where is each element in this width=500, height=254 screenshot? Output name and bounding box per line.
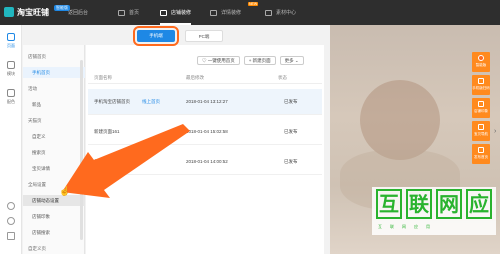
rt-qrcode[interactable]: 手机版扫码: [472, 75, 490, 95]
col-modified: 最后修改: [186, 75, 204, 80]
rail-modules[interactable]: 模块: [0, 61, 22, 77]
nav-home-label: 首页: [129, 10, 140, 16]
sidebar-item-shop-home[interactable]: 店铺首页: [23, 51, 85, 62]
rt-smart-label: 智能版: [475, 63, 487, 67]
row-status: 已发布: [284, 99, 298, 104]
row-status: 已发布: [284, 129, 298, 134]
publish-icon: [478, 147, 484, 153]
page-sidebar: 店铺首页 手机首页 活动 新品 天猫页 自定义 搜索页 宝贝详情 全局设置 店铺…: [23, 45, 85, 254]
nav-back-label: 返回后台: [68, 10, 89, 16]
table-row[interactable]: 新建页面161 2018-01-04 15:02:58 已发布: [88, 119, 322, 145]
sidebar-item-tmall[interactable]: 天猫页: [23, 115, 85, 126]
col-name: 页面名称: [94, 75, 112, 80]
watermark-chars: 互 联 网 应: [376, 189, 492, 219]
sidebar-scrollbar[interactable]: [80, 60, 83, 240]
chevron-right-icon[interactable]: ›: [494, 128, 500, 138]
nav-material-label: 素材中心: [276, 10, 297, 16]
edit-icon[interactable]: [7, 232, 15, 240]
sidebar-item-new[interactable]: 新品: [23, 99, 85, 110]
preview-blur: [360, 80, 440, 160]
taobao-logo-icon: [4, 7, 14, 17]
row-time: 2018-01-04 13:12:27: [186, 99, 228, 104]
sidebar-item-dynamic[interactable]: 店铺动态设置: [23, 195, 85, 206]
rt-impression-label: 店铺印象: [474, 109, 488, 113]
new-badge: NEW: [248, 2, 259, 6]
tab-pc[interactable]: PC端: [185, 30, 223, 42]
sidebar-item-global[interactable]: 全局设置: [23, 179, 85, 190]
col-status: 状态: [278, 75, 287, 80]
nav-icon: [478, 124, 484, 130]
rt-impression[interactable]: 店铺印象: [472, 98, 490, 118]
watermark: 互 联 网 应 互联网应用: [372, 187, 496, 235]
impression-icon: [478, 101, 484, 107]
page-icon: [7, 33, 15, 41]
nav-shop-decor-label: 店铺装修: [171, 10, 192, 16]
row-name: 新建页面: [94, 159, 112, 164]
watermark-char: 网: [436, 189, 462, 219]
new-page-button[interactable]: + 新建页面: [243, 56, 276, 65]
action-bar: ♡ 一键使用首页 + 新建页面 更多 ⌄: [197, 56, 304, 65]
module-icon: [7, 61, 15, 69]
brand[interactable]: 淘宝旺铺 智能版: [4, 5, 70, 18]
online-home-link[interactable]: 线上首页: [142, 99, 160, 105]
hand-cursor-icon: ☝: [59, 186, 71, 196]
sidebar-item-activity[interactable]: 活动: [23, 83, 85, 94]
nav-home[interactable]: 首页: [118, 0, 139, 25]
watermark-sub: 互联网应用: [378, 224, 438, 229]
rt-smart[interactable]: 智能版: [472, 52, 490, 72]
material-icon: [265, 9, 272, 16]
use-template-button[interactable]: ♡ 一键使用首页: [197, 56, 240, 65]
rail-colors[interactable]: 配色: [0, 89, 22, 105]
sidebar-item-custom[interactable]: 自定义: [23, 131, 85, 142]
use-template-label: 一键使用首页: [207, 58, 235, 63]
watermark-char: 互: [376, 189, 402, 219]
table-row[interactable]: 手机淘宝店铺首页 线上首页 2018-01-04 13:12:27 已发布: [88, 89, 322, 115]
more-button[interactable]: 更多 ⌄: [279, 56, 304, 65]
row-time: 2018-01-04 14:00:52: [186, 159, 228, 164]
refresh-icon[interactable]: [7, 217, 15, 225]
home-icon: [118, 9, 125, 16]
watermark-char: 应: [466, 189, 492, 219]
nav-shop-decor[interactable]: 店铺装修: [160, 0, 192, 25]
sidebar-item-shop-search[interactable]: 店铺搜索: [23, 227, 85, 238]
shop-icon: [160, 9, 167, 16]
row-status: 已发布: [284, 159, 298, 164]
sidebar-item-custom-page[interactable]: 自定义页: [23, 243, 85, 254]
chevron-down-icon: ⌄: [294, 58, 299, 63]
rt-publish[interactable]: 发布首页: [472, 144, 490, 164]
nav-material[interactable]: 素材中心: [265, 0, 296, 25]
brand-title: 淘宝旺铺: [17, 7, 49, 17]
nav-detail-decor[interactable]: 详情装修: [210, 0, 241, 25]
rail-colors-label: 配色: [7, 99, 15, 104]
tab-mobile[interactable]: 手机端: [133, 26, 179, 46]
detail-icon: [210, 9, 217, 16]
rail-pages[interactable]: 页面: [0, 33, 22, 49]
rt-nav[interactable]: 宝贝导航: [472, 121, 490, 141]
palette-icon: [7, 89, 15, 97]
left-rail: 页面 模块 配色: [0, 25, 22, 254]
qrcode-icon: [478, 78, 484, 84]
table-row[interactable]: 新建页面 2018-01-04 14:00:52 已发布: [88, 149, 322, 175]
sidebar-item-detail[interactable]: 宝贝详情: [23, 163, 85, 174]
rt-nav-label: 宝贝导航: [474, 132, 488, 136]
pumpkin-icon: [478, 55, 484, 61]
row-name: 新建页面161: [94, 129, 120, 134]
rt-publish-label: 发布首页: [474, 155, 488, 159]
sidebar-item-impression[interactable]: 店铺印象: [23, 211, 85, 222]
rail-modules-label: 模块: [7, 71, 15, 76]
help-icon[interactable]: [7, 202, 15, 210]
top-bar: 淘宝旺铺 智能版 返回后台 首页 店铺装修 详情装修 NEW 素材中心: [0, 0, 500, 25]
row-time: 2018-01-04 15:02:58: [186, 129, 228, 134]
rail-pages-label: 页面: [7, 43, 15, 48]
row-name: 手机淘宝店铺首页: [94, 99, 130, 104]
nav-detail-decor-label: 详情装修: [221, 10, 242, 16]
more-label: 更多: [284, 58, 294, 63]
sidebar-item-mobile-home[interactable]: 手机首页: [23, 67, 85, 78]
rt-qrcode-label: 手机版扫码: [472, 86, 490, 90]
sidebar-item-search[interactable]: 搜索页: [23, 147, 85, 158]
table-header: 页面名称 最后修改 状态: [88, 72, 322, 84]
watermark-char: 联: [406, 189, 432, 219]
nav-back[interactable]: 返回后台: [68, 0, 88, 25]
device-tabs: 手机端 PC端: [133, 26, 223, 46]
